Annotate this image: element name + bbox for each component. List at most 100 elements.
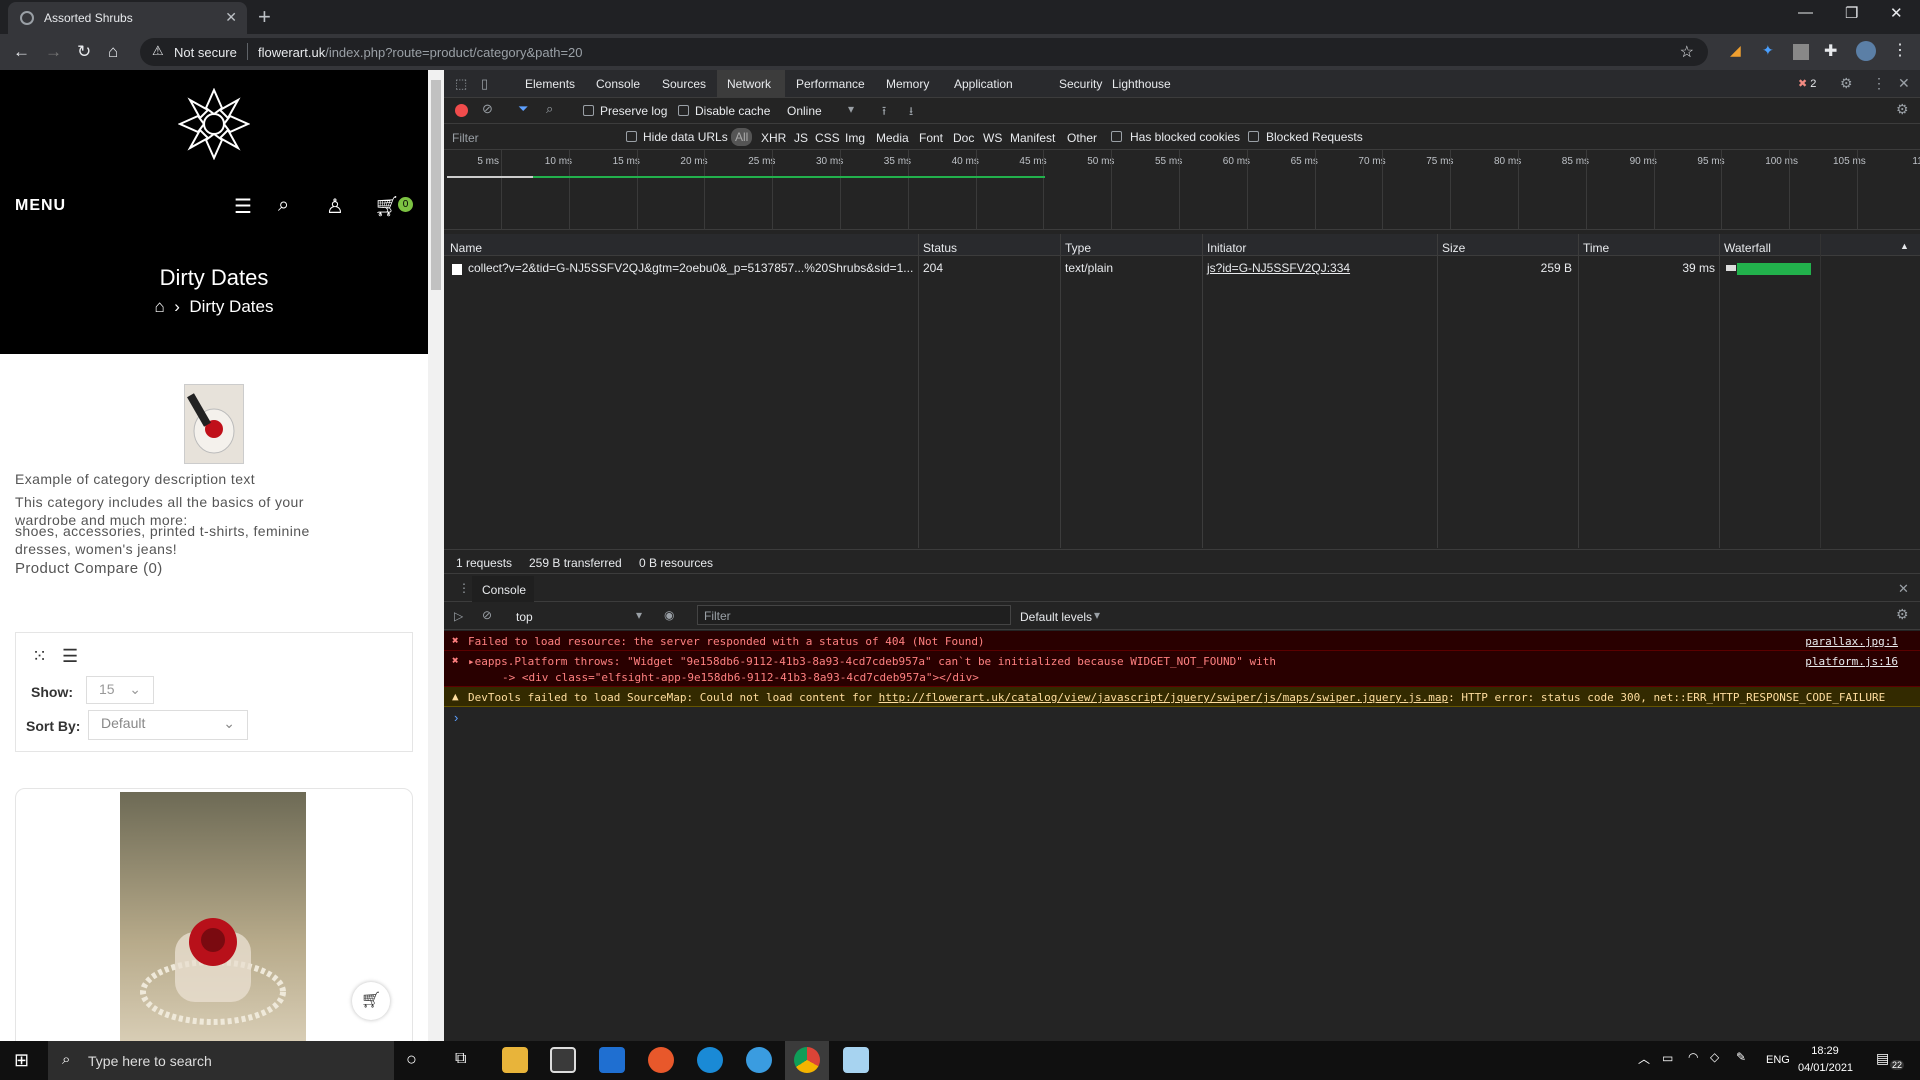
- store-icon[interactable]: [550, 1047, 576, 1073]
- tab-elements[interactable]: Elements: [525, 77, 575, 91]
- filter-css[interactable]: CSS: [815, 131, 840, 145]
- browser-menu-icon[interactable]: ⋮: [1892, 40, 1908, 60]
- internet-explorer-icon[interactable]: [746, 1047, 772, 1073]
- chrome-icon[interactable]: [794, 1047, 820, 1073]
- site-logo[interactable]: [178, 88, 250, 160]
- record-icon[interactable]: [455, 104, 468, 117]
- pen-icon[interactable]: ✎: [1736, 1050, 1746, 1064]
- show-select[interactable]: 15 ⌄: [86, 676, 154, 704]
- waterfall-download-bar[interactable]: [1737, 263, 1811, 275]
- cortana-icon[interactable]: ○: [406, 1049, 417, 1070]
- tab-performance[interactable]: Performance: [796, 77, 865, 91]
- grid-view-icon[interactable]: ⁙: [32, 646, 47, 667]
- sourcemap-link[interactable]: http://flowerart.uk/catalog/view/javascr…: [879, 691, 1449, 704]
- product-image[interactable]: [120, 792, 306, 1041]
- address-bar[interactable]: ⚠ Not secure flowerart.uk/index.php?rout…: [140, 38, 1708, 66]
- taskbar-search[interactable]: ⌕ Type here to search: [48, 1041, 394, 1080]
- menu-label[interactable]: MENU: [15, 197, 66, 215]
- log-levels-select[interactable]: Default levels: [1020, 610, 1092, 624]
- battery-icon[interactable]: ▭: [1662, 1051, 1673, 1065]
- filter-ws[interactable]: WS: [983, 131, 1002, 145]
- devtools-menu-icon[interactable]: ⋮: [1872, 75, 1886, 92]
- back-icon[interactable]: ←: [13, 42, 30, 62]
- filter-js[interactable]: JS: [794, 131, 808, 145]
- request-name[interactable]: collect?v=2&tid=G-NJ5SSFV2QJ&gtm=2oebu0&…: [468, 261, 913, 275]
- search-icon[interactable]: ⌕: [546, 101, 553, 117]
- device-toolbar-icon[interactable]: ▯: [481, 76, 488, 92]
- blocked-cookies-checkbox[interactable]: [1111, 131, 1122, 142]
- forward-icon[interactable]: →: [45, 42, 62, 62]
- export-har-icon[interactable]: ⭳: [909, 102, 913, 123]
- edge-icon[interactable]: [697, 1047, 723, 1073]
- console-prompt-icon[interactable]: ›: [454, 710, 458, 725]
- network-settings-icon[interactable]: ⚙: [1896, 101, 1909, 118]
- firefox-icon[interactable]: [648, 1047, 674, 1073]
- sort-up-icon[interactable]: ▲: [1900, 241, 1909, 251]
- extension-2-icon[interactable]: ✦: [1762, 42, 1774, 59]
- breadcrumb-current[interactable]: Dirty Dates: [189, 297, 273, 316]
- chevron-down-icon[interactable]: ▾: [848, 102, 854, 116]
- page-scrollbar[interactable]: [428, 70, 444, 1041]
- browser-tab[interactable]: Assorted Shrubs ✕: [8, 2, 247, 34]
- preserve-log-checkbox[interactable]: [583, 105, 594, 116]
- restore-icon[interactable]: ❐: [1845, 4, 1858, 22]
- tray-chevron-up-icon[interactable]: ︿: [1638, 1050, 1650, 1067]
- blocked-requests-checkbox[interactable]: [1248, 131, 1259, 142]
- clear-icon[interactable]: ⊘: [482, 101, 493, 117]
- network-filter-input[interactable]: Filter: [452, 131, 479, 145]
- wifi-icon[interactable]: ◠: [1688, 1050, 1698, 1064]
- filter-img[interactable]: Img: [845, 131, 865, 145]
- column-initiator[interactable]: Initiator: [1207, 241, 1246, 255]
- error-source-link-2[interactable]: platform.js:16: [1805, 655, 1898, 668]
- sort-select[interactable]: Default ⌄: [88, 710, 248, 740]
- hamburger-icon[interactable]: ☰: [234, 194, 252, 219]
- not-secure-icon[interactable]: ⚠: [152, 43, 164, 59]
- filter-other[interactable]: Other: [1067, 131, 1097, 145]
- hide-data-urls-label[interactable]: Hide data URLs: [643, 130, 728, 144]
- tab-sources[interactable]: Sources: [662, 77, 706, 91]
- drawer-menu-icon[interactable]: ⋮: [458, 581, 470, 595]
- reload-icon[interactable]: ↻: [77, 42, 91, 62]
- windows-start-icon[interactable]: ⊞: [14, 1050, 29, 1071]
- tab-console[interactable]: Console: [596, 77, 640, 91]
- task-view-icon[interactable]: ⧉: [455, 1050, 466, 1068]
- search-icon[interactable]: ⌕: [278, 194, 289, 217]
- window-close-icon[interactable]: ✕: [1890, 4, 1903, 22]
- home-icon[interactable]: ⌂: [155, 297, 165, 316]
- filter-manifest[interactable]: Manifest: [1010, 131, 1055, 145]
- filter-all[interactable]: All: [731, 128, 753, 146]
- mail-icon[interactable]: [599, 1047, 625, 1073]
- file-explorer-icon[interactable]: [502, 1047, 528, 1073]
- sidebar-toggle-icon[interactable]: ▷: [454, 609, 463, 623]
- close-drawer-icon[interactable]: ✕: [1898, 581, 1909, 597]
- console-filter-input[interactable]: Filter: [697, 605, 1011, 625]
- close-tab-icon[interactable]: ✕: [225, 9, 237, 26]
- column-name[interactable]: Name: [450, 241, 482, 255]
- notepad-icon[interactable]: [843, 1047, 869, 1073]
- cart-icon[interactable]: 🛒︎: [374, 194, 399, 219]
- disable-cache-label[interactable]: Disable cache: [695, 104, 770, 118]
- drawer-tab-console[interactable]: Console: [472, 576, 534, 602]
- tab-network[interactable]: Network: [727, 77, 771, 91]
- clock-time[interactable]: 18:29: [1798, 1045, 1852, 1057]
- filter-doc[interactable]: Doc: [953, 131, 974, 145]
- column-type[interactable]: Type: [1065, 241, 1091, 255]
- filter-xhr[interactable]: XHR: [761, 131, 786, 145]
- context-chevron-icon[interactable]: ▾: [636, 608, 642, 622]
- tab-security[interactable]: Security: [1059, 77, 1102, 91]
- throttling-select[interactable]: Online: [787, 104, 822, 118]
- minimize-icon[interactable]: —: [1798, 4, 1813, 21]
- tab-memory[interactable]: Memory: [886, 77, 929, 91]
- notification-center-icon[interactable]: ▤: [1876, 1050, 1889, 1067]
- extension-3-icon[interactable]: [1793, 44, 1809, 60]
- settings-gear-icon[interactable]: ⚙: [1840, 75, 1853, 92]
- tab-lighthouse[interactable]: Lighthouse: [1112, 77, 1171, 91]
- live-expression-eye-icon[interactable]: ◉: [664, 608, 674, 622]
- filter-font[interactable]: Font: [919, 131, 943, 145]
- bookmark-star-icon[interactable]: ☆: [1680, 42, 1694, 62]
- context-select[interactable]: top: [516, 610, 533, 624]
- disable-cache-checkbox[interactable]: [678, 105, 689, 116]
- home-icon[interactable]: ⌂: [108, 42, 118, 62]
- column-status[interactable]: Status: [923, 241, 957, 255]
- import-har-icon[interactable]: ⭱: [882, 102, 886, 123]
